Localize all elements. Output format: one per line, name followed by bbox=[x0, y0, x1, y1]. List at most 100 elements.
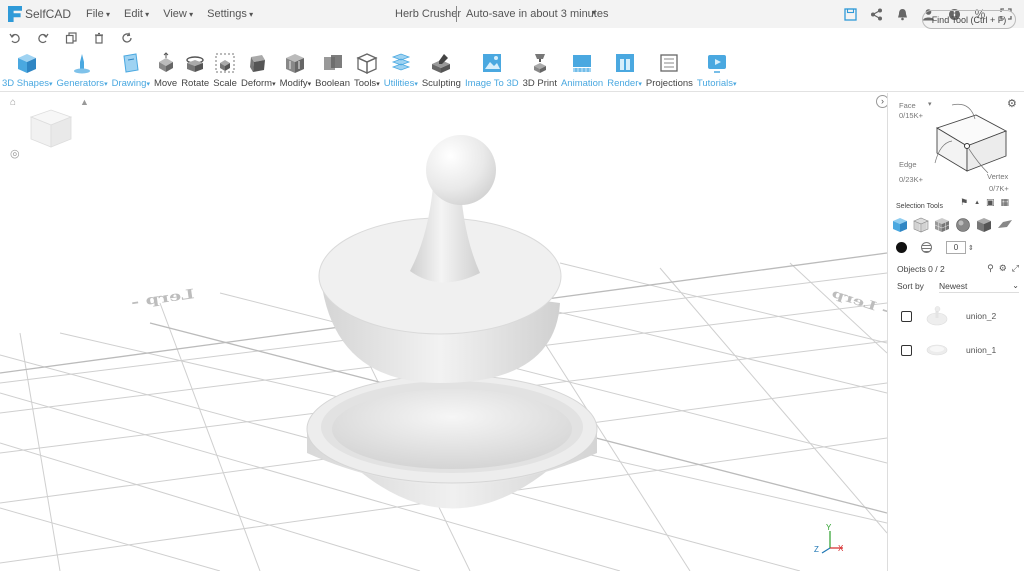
tool-label: Utilities bbox=[384, 78, 418, 89]
tool-boolean-button[interactable]: Boolean bbox=[315, 52, 350, 91]
tool-move-button[interactable]: Move bbox=[154, 52, 177, 91]
vertex-mode-label[interactable]: Vertex bbox=[987, 172, 1008, 181]
objects-header: Objects 0 / 2 ⚲ ⚙ ⤢ bbox=[897, 263, 1019, 274]
selection-mode-cube[interactable] bbox=[928, 101, 1013, 181]
menu-edit[interactable]: Edit bbox=[124, 8, 149, 20]
sort-value: Newest bbox=[939, 280, 968, 291]
modify-icon bbox=[284, 52, 306, 74]
find-tool-button[interactable]: Find Tool (Ctrl + F) bbox=[922, 10, 1016, 29]
projections-icon bbox=[658, 52, 680, 74]
rotate-icon bbox=[184, 52, 206, 74]
paint-options-row: 0 ⇕ bbox=[896, 241, 974, 254]
tool-projections-button[interactable]: Projections bbox=[646, 52, 693, 91]
tool-label: Modify bbox=[280, 78, 312, 89]
tool-image-to-3d-button[interactable]: Image To 3D bbox=[465, 52, 519, 91]
trash-icon[interactable] bbox=[92, 31, 106, 45]
axis-x-label: X bbox=[838, 544, 844, 553]
copy-icon[interactable] bbox=[64, 31, 78, 45]
pattern-dot-icon[interactable] bbox=[921, 242, 932, 253]
tool-3d-print-button[interactable]: 3D Print bbox=[523, 52, 557, 91]
plane-select-icon[interactable] bbox=[997, 217, 1013, 233]
edge-mode-label[interactable]: Edge bbox=[899, 160, 917, 169]
menu-file[interactable]: File bbox=[86, 8, 110, 20]
title-divider bbox=[456, 6, 457, 22]
tool-drawing-button[interactable]: Drawing bbox=[112, 52, 150, 91]
grid-cube-icon[interactable] bbox=[934, 217, 950, 233]
mortar-bowl-model[interactable] bbox=[306, 374, 598, 509]
pestle-model[interactable] bbox=[318, 135, 562, 383]
3d-viewport[interactable]: Lerp - - Lerp Y X Z ⌂ ▲ ◎ bbox=[0, 93, 887, 571]
sort-label: Sort by bbox=[897, 281, 924, 291]
sort-select[interactable]: Newest ⌄ bbox=[939, 279, 1019, 293]
tool-3d-shapes-button[interactable]: 3D Shapes bbox=[2, 52, 53, 91]
tool-scale-button[interactable]: Scale bbox=[213, 52, 237, 91]
tool-label: Drawing bbox=[112, 78, 150, 89]
object-checkbox[interactable] bbox=[901, 344, 912, 356]
tool-deform-button[interactable]: Deform bbox=[241, 52, 276, 91]
tool-label: Boolean bbox=[315, 78, 350, 89]
cubes-icon[interactable]: ▣ bbox=[986, 197, 995, 208]
dark-cube-icon[interactable] bbox=[976, 217, 992, 233]
home-view-icon[interactable]: ⌂ bbox=[10, 97, 16, 108]
app-logo[interactable]: SelfCAD bbox=[8, 6, 72, 22]
box-icon[interactable]: ▦ bbox=[1001, 197, 1010, 208]
tool-render-button[interactable]: Render bbox=[607, 52, 642, 91]
thickness-input[interactable]: 0 bbox=[946, 241, 966, 254]
tool-modify-button[interactable]: Modify bbox=[280, 52, 312, 91]
face-mode-label[interactable]: Face bbox=[899, 101, 916, 110]
tool-label: Render bbox=[607, 78, 642, 89]
tool-label: Scale bbox=[213, 78, 237, 89]
bell-icon[interactable] bbox=[894, 6, 910, 22]
tool-sculpting-button[interactable]: Sculpting bbox=[422, 52, 461, 91]
view-cube[interactable] bbox=[26, 107, 76, 152]
grid-label-right: - Lerp bbox=[830, 286, 887, 318]
save-icon[interactable] bbox=[842, 6, 858, 22]
document-title[interactable]: Herb Crusher bbox=[395, 8, 461, 20]
small-triangle-icon[interactable]: ▲ bbox=[974, 200, 980, 208]
search-icon[interactable]: ⚲ bbox=[987, 263, 994, 274]
tool-tools-button[interactable]: Tools bbox=[354, 52, 380, 91]
scene-canvas[interactable]: Lerp - - Lerp Y X Z bbox=[0, 93, 887, 571]
tool-utilities-button[interactable]: Utilities bbox=[384, 52, 418, 91]
tool-animation-button[interactable]: Animation bbox=[561, 52, 603, 91]
animation-icon bbox=[571, 52, 593, 74]
generator-icon bbox=[71, 52, 93, 74]
expand-icon[interactable]: ⤢ bbox=[1012, 263, 1019, 274]
tool-label: Move bbox=[153, 78, 178, 89]
view-rotate-icon[interactable]: ▲ bbox=[80, 97, 89, 107]
tool-label: Animation bbox=[560, 78, 604, 89]
paint-select-icon[interactable]: ⚑ bbox=[960, 197, 968, 208]
list-item[interactable]: union_1 bbox=[901, 339, 1016, 361]
tool-tutorials-button[interactable]: Tutorials bbox=[697, 52, 737, 91]
share-icon[interactable] bbox=[868, 6, 884, 22]
utilities-icon bbox=[390, 52, 412, 74]
tool-label: Sculpting bbox=[421, 78, 461, 89]
tool-label: Tools bbox=[354, 78, 380, 89]
menu-settings[interactable]: Settings bbox=[207, 8, 253, 20]
chevron-down-icon[interactable]: ▾ bbox=[592, 8, 596, 17]
redo-icon[interactable] bbox=[36, 31, 50, 45]
object-checkbox[interactable] bbox=[901, 310, 912, 322]
cube-icon bbox=[16, 52, 38, 74]
tool-rotate-button[interactable]: Rotate bbox=[181, 52, 209, 91]
sphere-select-icon[interactable] bbox=[955, 217, 971, 233]
solid-cube-blue-icon[interactable] bbox=[892, 217, 908, 233]
list-item[interactable]: union_2 bbox=[901, 305, 1016, 327]
refresh-icon[interactable] bbox=[120, 31, 134, 45]
gear-icon[interactable]: ⚙ bbox=[999, 263, 1007, 274]
tool-generators-button[interactable]: Generators bbox=[57, 52, 108, 91]
tool-label: Image To 3D bbox=[464, 78, 519, 89]
objects-count-label: Objects 0 / 2 bbox=[897, 263, 945, 274]
vertex-count: 0/7K+ bbox=[989, 184, 1009, 193]
menu-view[interactable]: View bbox=[163, 8, 193, 20]
deform-icon bbox=[247, 52, 269, 74]
autosave-status[interactable]: Auto-save in about 3 minutes bbox=[466, 8, 608, 20]
color-dot-icon[interactable] bbox=[896, 242, 907, 253]
stepper-icon[interactable]: ⇕ bbox=[968, 244, 974, 252]
wire-cube-icon[interactable] bbox=[913, 217, 929, 233]
undo-icon[interactable] bbox=[8, 31, 22, 45]
tools-icon bbox=[356, 52, 378, 74]
compass-icon[interactable]: ◎ bbox=[10, 147, 20, 160]
face-count: 0/15K+ bbox=[899, 111, 923, 120]
scale-icon bbox=[214, 52, 236, 74]
